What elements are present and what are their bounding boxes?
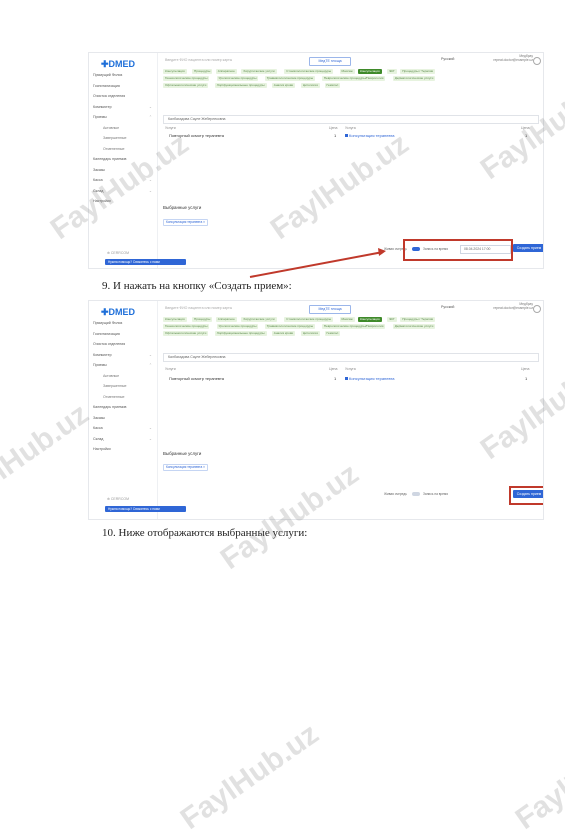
category-tag[interactable]: ЭКГ: [387, 317, 397, 322]
chevron-icon: ⌄: [149, 436, 153, 441]
category-tag[interactable]: Офтальмологические услуги: [163, 331, 209, 336]
category-tag[interactable]: Хирургические услуги: [241, 317, 277, 322]
sidebar-item-label: Отмененные: [103, 394, 125, 399]
sidebar-item[interactable]: Заказы: [93, 416, 105, 420]
sidebar-item[interactable]: Активные: [103, 374, 119, 378]
sidebar-item[interactable]: Настройки: [93, 447, 111, 451]
service-name[interactable]: Повторный осмотр терапевта: [169, 376, 224, 381]
sidebar-item[interactable]: Госпитализация: [93, 332, 120, 336]
category-tag[interactable]: Урологические процедуры: [216, 324, 259, 329]
sidebar-item[interactable]: Прямущий Филиз: [93, 321, 122, 325]
sidebar-item[interactable]: Отмененные: [103, 395, 124, 399]
category-tag[interactable]: Процедуры / Терапия: [400, 317, 436, 322]
logo-icon: ✚: [101, 307, 109, 317]
avatar-icon[interactable]: [533, 305, 541, 313]
category-tag[interactable]: Неврологические процедуры/Неврология: [321, 324, 386, 329]
sidebar-item-label: Прямущий Филиз: [93, 321, 123, 325]
sidebar-item[interactable]: Компьютер ⌄: [93, 352, 152, 357]
category-tag[interactable]: Процедуры: [192, 317, 213, 322]
category-tag[interactable]: Гематол: [324, 331, 341, 336]
sidebar-item[interactable]: Календарь приемов: [93, 405, 126, 409]
patient-field[interactable]: Калбахадова Сауле Жеберлековна: [163, 353, 539, 362]
step10-caption: 10. Ниже отображаются выбранные услуги:: [102, 527, 308, 539]
sidebar-item[interactable]: Приемы ⌃: [93, 363, 152, 367]
create-button[interactable]: Создать прием: [513, 490, 543, 498]
language-select[interactable]: Русский: [441, 305, 454, 309]
sidebar-item-label: Приемы: [93, 363, 107, 367]
schedule-toggle[interactable]: [412, 492, 420, 496]
col-selected: Услуга: [345, 367, 356, 371]
selected-service-label: Консультация терапевта: [349, 376, 395, 381]
col-price-2: Цена: [521, 367, 530, 371]
selected-service[interactable]: Консультация терапевта: [345, 376, 395, 381]
chevron-icon: ⌄: [149, 352, 153, 357]
category-tag[interactable]: Травматологические процедуры: [264, 324, 316, 329]
sidebar-item-label: Заказы: [93, 415, 106, 420]
module-button[interactable]: МедТЕ площа: [309, 305, 351, 314]
category-tag[interactable]: Консультация: [163, 317, 187, 322]
sidebar-item-label: Активные: [103, 373, 120, 378]
checkbox-icon[interactable]: [345, 377, 348, 381]
chevron-icon: ⌄: [149, 426, 153, 430]
sidebar-item[interactable]: Касса ⌄: [93, 426, 152, 430]
sidebar-item[interactable]: Очистка отделения: [93, 342, 125, 346]
logo: ✚DMED: [101, 307, 136, 317]
main-panel: Введите ФИО пациента или номер карты Мед…: [159, 301, 543, 519]
step9-caption: 9. И нажать на кнопку «Создать прием»:: [102, 280, 292, 292]
screenshot-2: ✚DMED Прямущий Филиз Госпитализация Очистк…: [88, 300, 544, 520]
selected-title: Выбранные услуги: [163, 451, 202, 456]
sidebar-footer: ⊕ CERRCOM: [107, 497, 129, 501]
category-tag[interactable]: Гинекологические процедуры: [163, 324, 210, 329]
sidebar-item-label: Настройки: [93, 447, 111, 451]
selected-price: 1: [525, 376, 528, 381]
live-queue-label: Живая очередь: [384, 492, 407, 496]
category-tag[interactable]: Цитология: [300, 331, 320, 336]
search-input[interactable]: Введите ФИО пациента или номер карты: [165, 305, 305, 312]
sidebar-item-label: Завершенные: [103, 384, 127, 388]
user-info[interactable]: Медбрау repeat.doctor@example.uz: [493, 302, 533, 310]
col-services: Услуги: [165, 367, 176, 371]
sidebar-item-label: Госпитализация: [93, 331, 120, 336]
sidebar-item-label: Склад: [93, 436, 104, 441]
sidebar-item-label: Касса: [93, 426, 103, 430]
schedule-label: Запись на время: [423, 492, 448, 496]
service-count: 1: [334, 376, 337, 381]
sidebar-item[interactable]: Склад ⌄: [93, 436, 152, 441]
sidebar-item-label: Очистка отделения: [93, 342, 126, 346]
chevron-icon: ⌃: [149, 363, 153, 367]
category-tag[interactable]: Стоматологические процедуры: [284, 317, 334, 322]
category-tag[interactable]: Консультация: [358, 317, 382, 322]
category-tag[interactable]: Лор/функциональные процедуры: [214, 331, 267, 336]
sidebar-item-label: Календарь приемов: [93, 405, 127, 409]
sidebar-item-label: Компьютер: [93, 352, 112, 357]
user-email: repeat.doctor@example.uz: [493, 306, 533, 310]
sidebar-item[interactable]: Завершенные: [103, 384, 126, 388]
sidebar: ✚DMED Прямущий Филиз Госпитализация Очистк…: [89, 301, 186, 519]
category-tag[interactable]: Дерматологические услуги: [392, 324, 436, 329]
category-tag[interactable]: Аппаратное: [215, 317, 237, 322]
selected-chip[interactable]: Консультация терапевта ×: [163, 464, 208, 471]
category-tag[interactable]: Анализ крови: [271, 331, 296, 336]
category-tag[interactable]: Массаж: [339, 317, 355, 322]
col-price: Цена: [329, 367, 338, 371]
